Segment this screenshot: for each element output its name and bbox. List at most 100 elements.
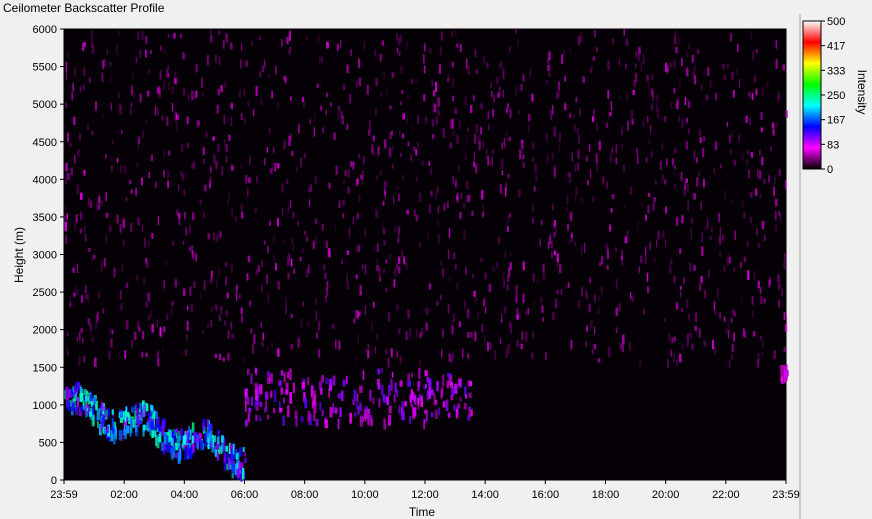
heatmap-cell xyxy=(508,136,512,142)
heatmap-cell xyxy=(279,407,283,413)
heatmap-cell xyxy=(154,411,159,420)
heatmap-cell xyxy=(737,134,741,143)
heatmap-cell xyxy=(90,201,93,209)
heatmap-cell xyxy=(615,327,618,334)
heatmap-cell xyxy=(429,48,432,54)
heatmap-cell xyxy=(488,283,492,293)
heatmap-cell xyxy=(349,93,352,104)
heatmap-cell xyxy=(442,127,445,138)
heatmap-cell xyxy=(210,319,213,328)
heatmap-cell xyxy=(157,357,160,367)
heatmap-cell xyxy=(240,204,243,214)
heatmap-cell xyxy=(621,344,624,353)
heatmap-cell xyxy=(418,367,421,379)
heatmap-cell xyxy=(556,289,559,295)
heatmap-cell xyxy=(189,224,191,234)
heatmap-cell xyxy=(433,393,436,406)
heatmap-cell xyxy=(306,320,310,327)
heatmap-cell xyxy=(430,167,432,176)
heatmap-cell xyxy=(437,205,440,213)
heatmap-cell xyxy=(474,331,477,342)
heatmap-cell xyxy=(246,368,250,375)
heatmap-cell xyxy=(773,186,776,197)
heatmap-cell xyxy=(88,247,91,252)
heatmap-cell xyxy=(352,161,355,170)
heatmap-cell xyxy=(534,163,537,173)
heatmap-cell xyxy=(532,157,534,163)
heatmap-cell xyxy=(567,282,570,289)
heatmap-cell xyxy=(301,248,304,253)
heatmap-cell xyxy=(718,236,722,245)
heatmap-cell xyxy=(174,71,177,78)
heatmap-cell xyxy=(111,409,114,415)
heatmap-cell xyxy=(261,340,264,347)
heatmap-cell xyxy=(379,53,382,62)
heatmap-cell xyxy=(238,294,241,299)
heatmap-cell xyxy=(746,149,750,156)
heatmap-cell xyxy=(95,324,97,330)
heatmap-cell xyxy=(364,228,367,238)
heatmap-cell xyxy=(664,116,667,123)
heatmap-cell xyxy=(567,223,569,231)
heatmap-cell xyxy=(580,245,582,255)
heatmap-cell xyxy=(286,36,289,45)
heatmap-cell xyxy=(199,293,202,299)
heatmap-cell xyxy=(146,90,150,97)
heatmap-cell xyxy=(770,146,773,152)
heatmap-cell xyxy=(681,119,684,129)
heatmap-cell xyxy=(197,441,199,451)
heatmap-cell xyxy=(393,279,396,288)
heatmap-cell xyxy=(611,147,613,154)
y-tick-label: 500 xyxy=(39,437,57,449)
heatmap-cell xyxy=(71,402,75,412)
heatmap-cell xyxy=(267,246,269,253)
heatmap-cell xyxy=(202,147,205,155)
heatmap-cell xyxy=(174,111,177,121)
heatmap-cell xyxy=(707,218,709,229)
heatmap-cell xyxy=(733,332,736,342)
heatmap-cell xyxy=(223,320,227,326)
heatmap-cell xyxy=(768,175,771,183)
heatmap-cell xyxy=(329,406,333,418)
heatmap-cell xyxy=(437,219,439,227)
heatmap-cell xyxy=(303,230,307,236)
heatmap-cell xyxy=(616,308,619,316)
heatmap-cell xyxy=(312,240,315,250)
heatmap-cell xyxy=(137,31,140,40)
heatmap-cell xyxy=(195,63,198,73)
heatmap-cell xyxy=(323,264,326,271)
y-tick-label: 4000 xyxy=(33,174,57,186)
heatmap-cell xyxy=(700,201,702,210)
heatmap-cell xyxy=(779,279,781,288)
heatmap-cell xyxy=(186,143,190,149)
heatmap-cell xyxy=(124,350,127,359)
heatmap-cell xyxy=(145,49,147,58)
heatmap-cell xyxy=(646,272,649,282)
heatmap-cell xyxy=(647,81,651,88)
heatmap-cell xyxy=(623,164,625,173)
heatmap-cell xyxy=(714,346,717,355)
heatmap-cell xyxy=(177,212,181,219)
heatmap-cell xyxy=(540,220,543,225)
heatmap-cell xyxy=(383,418,387,430)
heatmap-cell xyxy=(167,33,170,38)
heatmap-cell xyxy=(91,130,94,135)
heatmap-cell xyxy=(474,134,477,144)
heatmap-cell xyxy=(730,199,733,204)
heatmap-cell xyxy=(332,324,335,329)
heatmap-cell xyxy=(84,285,87,294)
heatmap-cell xyxy=(207,323,209,328)
heatmap-cell xyxy=(465,134,468,144)
heatmap-cell xyxy=(290,343,293,350)
heatmap-cell xyxy=(605,242,609,248)
heatmap-cell xyxy=(428,387,432,399)
heatmap-cell xyxy=(129,222,133,232)
heatmap-cell xyxy=(398,227,400,237)
heatmap-cell xyxy=(784,324,788,332)
heatmap-cell xyxy=(456,282,459,290)
heatmap-cell xyxy=(125,282,129,289)
heatmap-cell xyxy=(198,438,201,447)
heatmap-cell xyxy=(469,332,473,338)
heatmap-cell xyxy=(93,397,97,405)
heatmap-cell xyxy=(177,445,180,454)
